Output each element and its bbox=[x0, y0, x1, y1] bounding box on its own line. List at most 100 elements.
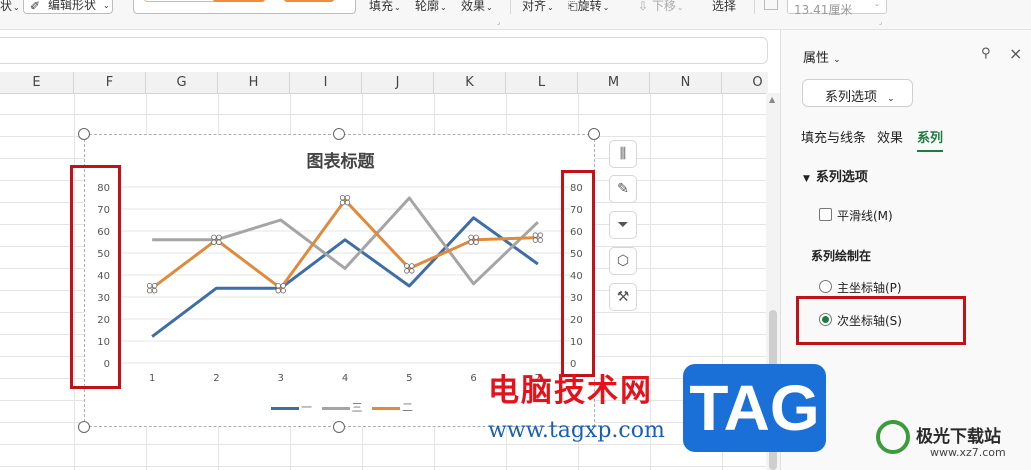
width-icon bbox=[764, 0, 778, 10]
spinner-icon[interactable]: ⌄ bbox=[874, 0, 880, 8]
selected-point-marker bbox=[532, 232, 539, 238]
resize-handle-bottom-left[interactable] bbox=[78, 421, 90, 433]
edit-shape-button[interactable]: ✐ 编辑形状 ⌄ bbox=[23, 0, 113, 14]
annotation-box-secondary-axis bbox=[796, 296, 966, 345]
selected-point-marker bbox=[151, 282, 158, 289]
primary-axis-radio[interactable] bbox=[819, 280, 832, 293]
legend-item-series-1[interactable]: 一 bbox=[271, 399, 312, 415]
effect-button[interactable]: 效果⌄ bbox=[461, 0, 493, 16]
style-swatch-3[interactable] bbox=[284, 0, 334, 2]
tab-series[interactable]: 系列 bbox=[917, 127, 944, 152]
legend-swatch-2 bbox=[372, 406, 400, 410]
chevron-down-icon: ⌄ bbox=[833, 55, 841, 65]
section-series-options[interactable]: ▼ 系列选项 bbox=[803, 166, 868, 185]
shape-styles-gallery[interactable] bbox=[133, 0, 356, 14]
selected-point-marker bbox=[146, 282, 153, 289]
selected-point-marker bbox=[404, 268, 410, 274]
selected-point-marker bbox=[468, 234, 474, 240]
column-header-O[interactable]: O bbox=[722, 72, 768, 94]
style-swatch-2[interactable] bbox=[213, 0, 265, 2]
scroll-up-icon[interactable]: ▲ bbox=[769, 95, 775, 104]
chart-elements-icon[interactable]: ⫼ bbox=[609, 140, 637, 168]
chart-settings-icon[interactable]: ⬡ bbox=[609, 247, 637, 275]
panel-title[interactable]: 属性 ⌄ bbox=[803, 47, 841, 66]
selected-point-marker bbox=[275, 287, 281, 294]
rotate-button[interactable]: ⎗旋转⌄ bbox=[568, 0, 609, 16]
selected-point-marker bbox=[280, 287, 286, 294]
annotation-box-right-axis bbox=[561, 170, 595, 377]
chart-legend[interactable]: 一 三 二 bbox=[271, 399, 419, 415]
dialog-launcher-icon[interactable]: ⌟ bbox=[497, 18, 500, 26]
selected-point-marker bbox=[344, 199, 351, 206]
resize-handle-bottom[interactable] bbox=[333, 421, 345, 433]
chart-tools-icon[interactable]: ⚒ bbox=[609, 283, 637, 311]
chart-filter-icon[interactable]: ⏷ bbox=[609, 211, 637, 239]
legend-swatch-1 bbox=[271, 406, 299, 410]
selected-point-marker bbox=[275, 282, 281, 289]
resize-handle-top[interactable] bbox=[333, 128, 345, 140]
column-header-M[interactable]: M bbox=[578, 72, 650, 94]
resize-handle-top-right[interactable] bbox=[588, 128, 600, 140]
x-axis-tick-label: 6 bbox=[470, 373, 476, 384]
legend-item-series-2[interactable]: 二 bbox=[372, 399, 413, 415]
selected-point-marker bbox=[409, 263, 415, 269]
edit-shape-icon: ✐ bbox=[30, 0, 41, 13]
watermark-tag-logo: TAG bbox=[683, 364, 826, 452]
selected-point-marker bbox=[339, 195, 346, 201]
selected-point-marker bbox=[146, 287, 153, 294]
pin-icon[interactable]: ⚲ bbox=[981, 46, 991, 61]
resize-handle-top-left[interactable] bbox=[78, 128, 90, 140]
chart-style-icon[interactable]: ✎ bbox=[609, 175, 637, 203]
tab-fill-and-line[interactable]: 填充与线条 bbox=[801, 127, 866, 146]
size-input[interactable]: 13.41厘米 bbox=[787, 0, 887, 17]
column-header-L[interactable]: L bbox=[506, 72, 578, 94]
selected-point-marker bbox=[537, 237, 544, 243]
style-swatch-1[interactable] bbox=[144, 0, 224, 2]
rotate-icon: ⎗ bbox=[568, 0, 578, 13]
selected-point-marker bbox=[211, 239, 217, 245]
select-button[interactable]: 选择 bbox=[712, 0, 736, 16]
selected-point-marker bbox=[344, 195, 351, 201]
legend-item-series-3[interactable]: 三 bbox=[321, 399, 363, 415]
selected-point-marker bbox=[404, 263, 410, 269]
close-icon[interactable]: × bbox=[1009, 44, 1022, 63]
selected-point-marker bbox=[216, 239, 222, 245]
x-axis-tick-label: 2 bbox=[213, 373, 219, 384]
primary-axis-label: 主坐标轴(P) bbox=[837, 281, 902, 295]
column-header-J[interactable]: J bbox=[362, 72, 434, 94]
selected-point-marker bbox=[532, 237, 539, 243]
smooth-line-label: 平滑线(M) bbox=[837, 209, 893, 223]
selected-point-marker bbox=[151, 287, 158, 294]
selected-point-marker bbox=[280, 282, 286, 289]
column-header-N[interactable]: N bbox=[650, 72, 722, 94]
x-axis-tick-label: 5 bbox=[406, 373, 412, 384]
outline-button[interactable]: 轮廓⌄ bbox=[415, 0, 447, 16]
smooth-line-checkbox[interactable] bbox=[819, 208, 832, 221]
column-header-H[interactable]: H bbox=[218, 72, 290, 94]
move-down-button[interactable]: ⇩ 下移⌄ bbox=[638, 0, 684, 16]
watermark-site-url: www.xz7.com bbox=[930, 446, 1006, 459]
selected-point-marker bbox=[409, 268, 415, 274]
column-header-F[interactable]: F bbox=[74, 72, 146, 94]
column-header-E[interactable]: E bbox=[0, 72, 74, 94]
column-header-K[interactable]: K bbox=[434, 72, 506, 94]
align-button[interactable]: 对齐⌄ bbox=[522, 0, 554, 16]
selected-point-marker bbox=[473, 234, 479, 240]
selected-point-marker bbox=[211, 234, 217, 240]
column-header-G[interactable]: G bbox=[146, 72, 218, 94]
tab-effects[interactable]: 效果 bbox=[877, 127, 903, 146]
size-dialog-launcher-icon[interactable]: ⌟ bbox=[879, 18, 882, 26]
annotation-box-left-axis bbox=[70, 165, 121, 389]
move-down-icon: ⇩ bbox=[638, 0, 649, 13]
series-options-dropdown[interactable]: 系列选项 ⌄ bbox=[802, 79, 913, 107]
watermark-site-logo-icon bbox=[876, 420, 910, 454]
fill-button[interactable]: 填充⌄ bbox=[369, 0, 401, 16]
legend-swatch-3 bbox=[321, 406, 350, 410]
x-axis-tick-label: 1 bbox=[149, 373, 155, 384]
watermark-brand-text: 电脑技术网 bbox=[488, 373, 653, 409]
formula-bar[interactable] bbox=[0, 37, 768, 64]
collapse-triangle-icon: ▼ bbox=[803, 174, 810, 184]
selected-point-marker bbox=[339, 199, 346, 206]
shape-button[interactable]: 状⌄ bbox=[0, 0, 20, 16]
column-header-I[interactable]: I bbox=[290, 72, 362, 94]
